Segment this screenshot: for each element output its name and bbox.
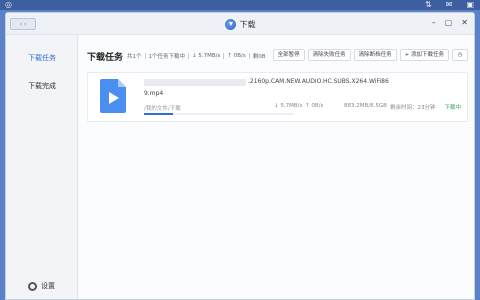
progress-fill	[144, 113, 173, 115]
filename-redacted	[144, 79, 246, 86]
sidebar-item-downloading[interactable]: 下载任务	[6, 49, 78, 67]
divider	[188, 53, 190, 59]
stat-total: 共1个	[127, 54, 142, 60]
task-down-speed: ↓ 5.7MB/s	[274, 103, 303, 109]
settings-label: 设置	[41, 282, 55, 290]
task-path[interactable]: /我的文件/下载	[144, 104, 181, 112]
divider	[144, 53, 146, 59]
speed-limit-button[interactable]: ◷	[452, 49, 468, 61]
sort-icon[interactable]: ⇅	[425, 0, 432, 10]
desktop-tray: ⇅ ✉ ▣	[425, 0, 474, 10]
clear-broken-button[interactable]: 清除断档任务	[353, 49, 397, 61]
settings-button[interactable]: 设置	[28, 281, 55, 291]
task-up-speed: ↑ 0B/s	[305, 103, 324, 109]
close-button[interactable]: ✕	[461, 18, 468, 28]
page-title: 下载任务	[87, 52, 124, 63]
gear-icon	[28, 281, 37, 291]
sidebar-item-completed[interactable]: 下载完成	[6, 77, 78, 95]
main-panel: 下载任务 共1个 1个任务下载中 ↓ 5.7MB/s ↑ 0B/s 剩0B 全部…	[79, 35, 474, 299]
app-launcher-icon[interactable]: ◎	[5, 0, 15, 10]
task-row[interactable]: .2160p.CAM.NEW.AUDIO.HC.SUBS.X264.WiFi86…	[87, 72, 468, 122]
window-controls: – ▢ ✕	[432, 18, 468, 28]
stat-downloading: 1个任务下载中	[148, 54, 186, 60]
stat-down-speed: ↓ 5.7MB/s	[192, 53, 221, 59]
clock-icon: ◷	[457, 52, 463, 58]
task-size: 883.2MB/8.5GB	[344, 103, 387, 109]
window-title: 下载	[6, 17, 474, 31]
minimize-button[interactable]: –	[432, 18, 436, 28]
maximize-button[interactable]: ▢	[445, 18, 453, 28]
chat-icon[interactable]: ▣	[466, 0, 474, 10]
pause-all-button[interactable]: 全部暂停	[272, 49, 305, 61]
task-state: 下载中	[444, 105, 461, 111]
sidebar: 下载任务 下载完成 设置	[6, 35, 78, 299]
download-app-icon	[224, 18, 236, 30]
divider	[223, 53, 225, 59]
stat-remaining: 剩0B	[252, 54, 266, 60]
filename-line1: .2160p.CAM.NEW.AUDIO.HC.SUBS.X264.WiFi86	[248, 78, 389, 85]
video-file-icon	[100, 79, 126, 113]
task-header: 下载任务 共1个 1个任务下载中 ↓ 5.7MB/s ↑ 0B/s 剩0B 全部…	[87, 49, 468, 63]
title-bar: ‹ › 下载 – ▢ ✕	[6, 13, 474, 35]
mail-icon[interactable]: ✉	[446, 0, 453, 10]
filename-line2: 9.mp4	[144, 90, 164, 97]
add-task-button[interactable]: + 添加下载任务	[399, 49, 449, 61]
header-buttons: 全部暂停 清除失败任务 清除断档任务 + 添加下载任务 ◷	[272, 49, 468, 61]
divider	[248, 53, 250, 59]
download-window: ‹ › 下载 – ▢ ✕ 下载任务 下载完成 设置 下载任务 共1个 1个任务下…	[5, 12, 475, 300]
desktop-top-bar: ◎ ⇅ ✉ ▣	[0, 0, 480, 10]
task-remaining: 剩余时间：23分钟	[390, 105, 436, 111]
stat-up-speed: ↑ 0B/s	[227, 53, 246, 59]
window-title-text: 下载	[239, 19, 256, 29]
progress-bar	[144, 113, 294, 115]
task-stats: 共1个 1个任务下载中 ↓ 5.7MB/s ↑ 0B/s 剩0B	[127, 52, 266, 60]
clear-failed-button[interactable]: 清除失败任务	[307, 49, 351, 61]
